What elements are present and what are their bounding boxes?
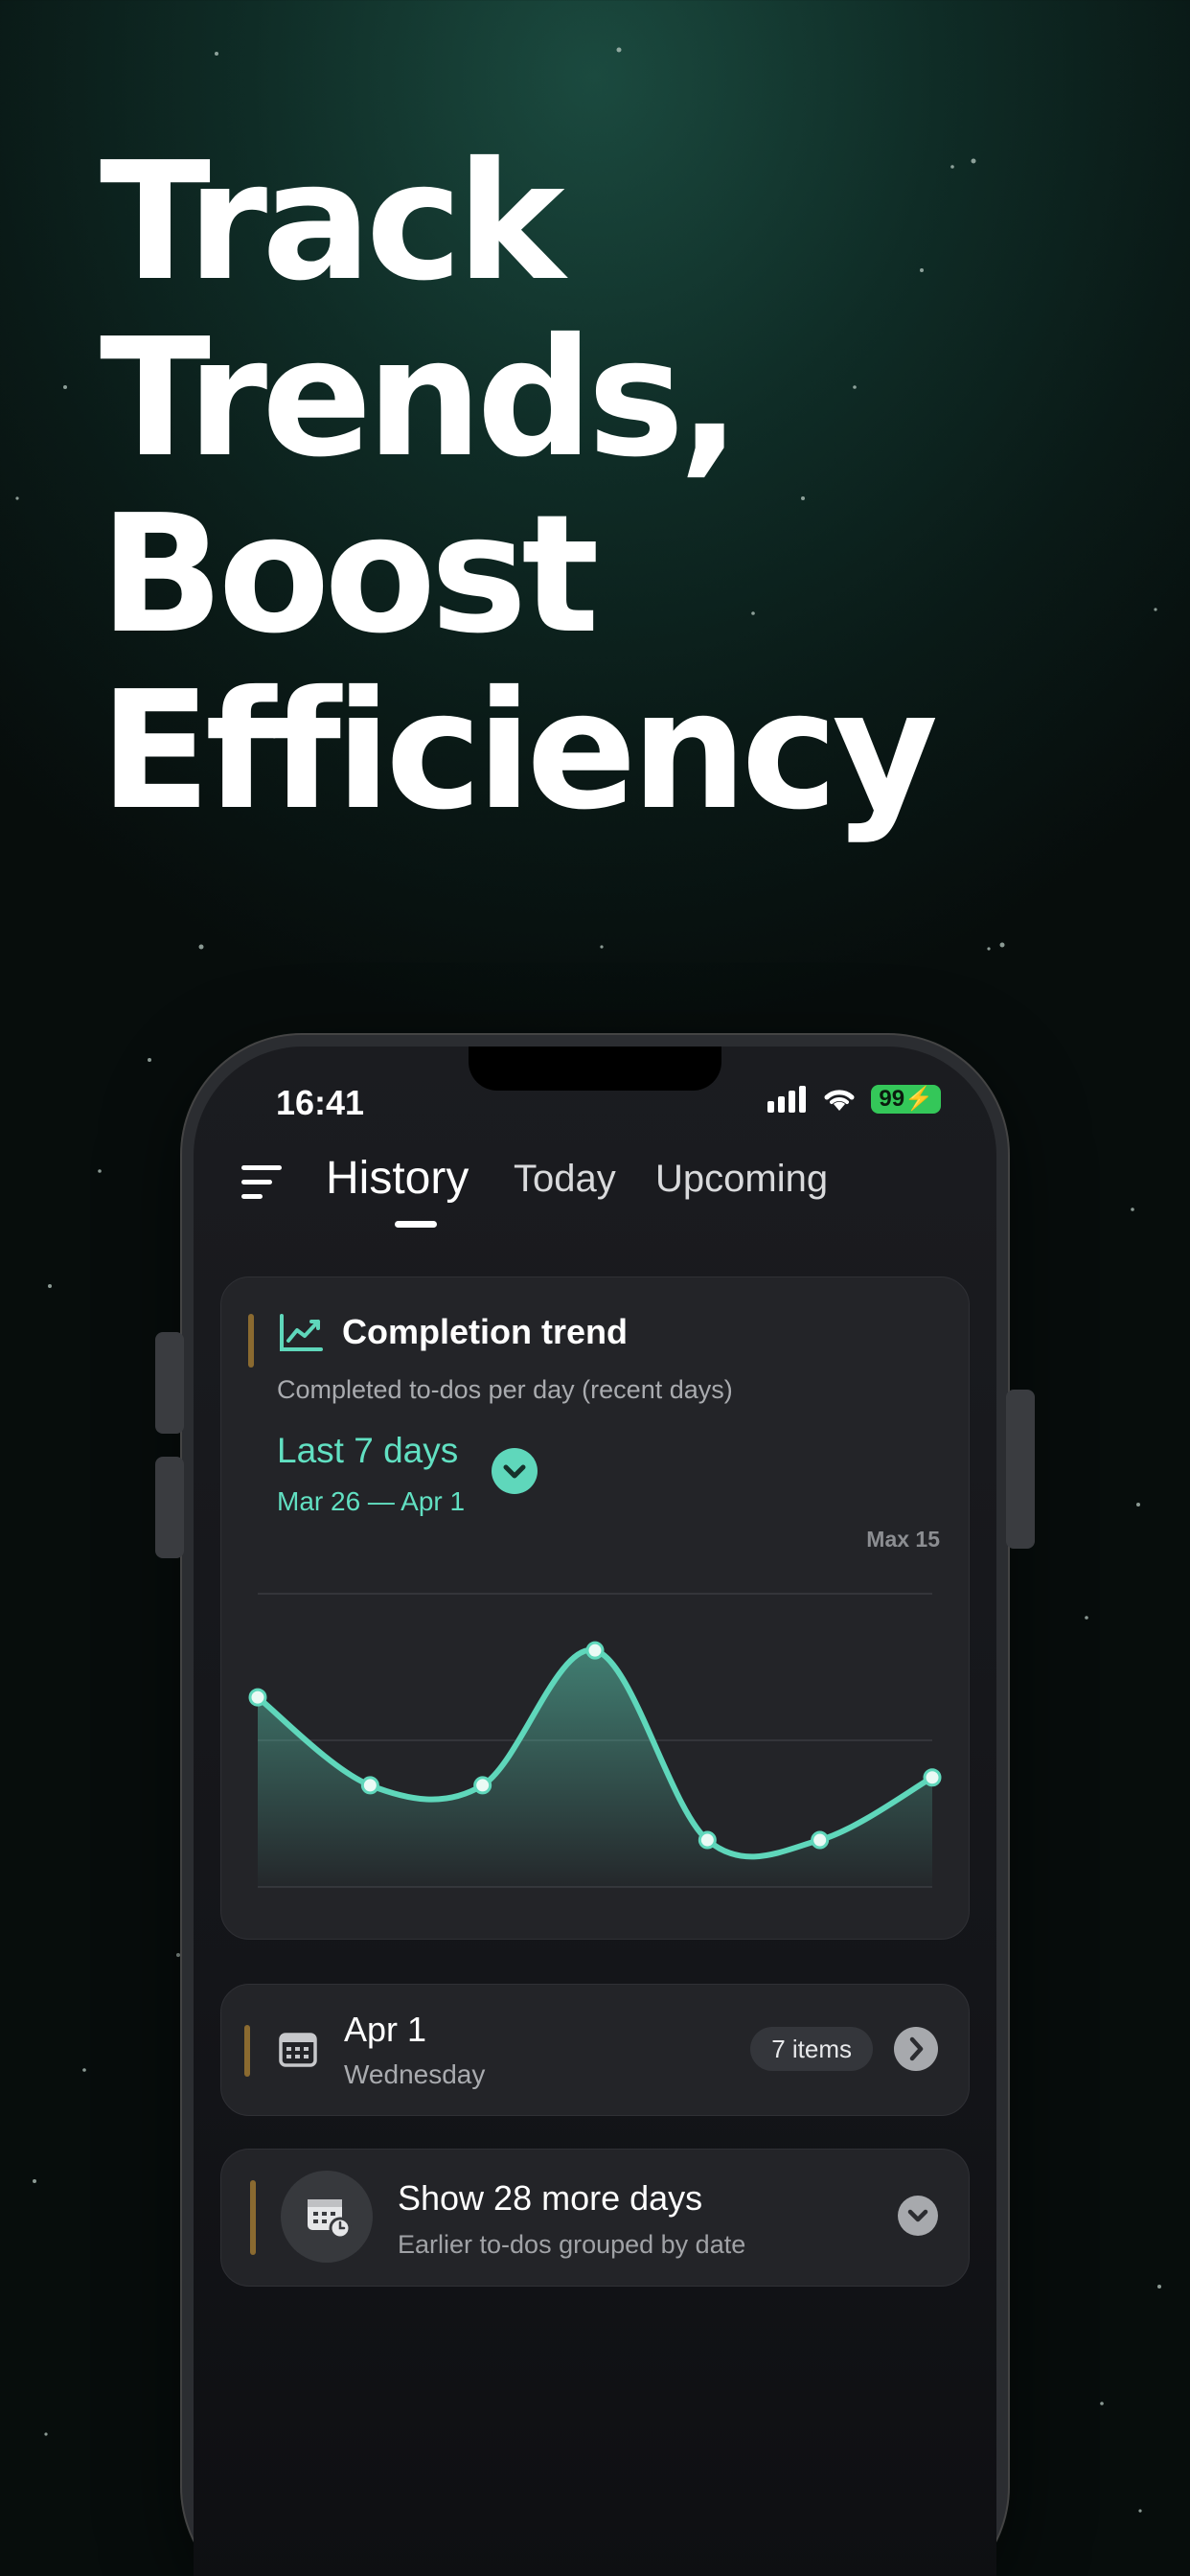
chart-point-mar-30[interactable] (698, 1830, 717, 1850)
power-button (1006, 1390, 1035, 1549)
tab-upcoming[interactable]: Upcoming (655, 1158, 828, 1201)
show-more-subtitle: Earlier to-dos grouped by date (398, 2230, 746, 2259)
day-summary-card[interactable]: Apr 1 Wednesday 7 items (220, 1984, 970, 2116)
completion-trend-card: Completion trend Completed to-dos per da… (220, 1276, 970, 1940)
chevron-right-icon (909, 2036, 924, 2061)
cellular-signal-icon (767, 1086, 807, 1113)
headline-line-4: Efficiency (100, 656, 938, 846)
calendar-clock-icon (308, 2199, 352, 2240)
show-more-title: Show 28 more days (398, 2178, 703, 2218)
items-count-badge: 7 items (750, 2027, 873, 2071)
battery-indicator: 99⚡ (871, 1085, 941, 1114)
status-icons: 99⚡ (767, 1085, 941, 1114)
status-time: 16:41 (276, 1083, 365, 1122)
day-weekday: Wednesday (344, 2059, 486, 2089)
calendar-icon (279, 2033, 317, 2067)
chart-point-apr-1[interactable] (923, 1768, 942, 1787)
chart-point-mar-28[interactable] (473, 1776, 492, 1795)
calendar-clock-icon-wrap (281, 2171, 373, 2263)
completion-line-chart (248, 1593, 942, 1888)
show-more-days-card[interactable]: Show 28 more days Earlier to-dos grouped… (220, 2149, 970, 2287)
headline-line-1: Track (100, 127, 565, 317)
day-date: Apr 1 (344, 2010, 427, 2049)
wifi-icon (824, 1090, 855, 1111)
headline-line-3: Boost (100, 480, 600, 670)
headline-line-2: Trends, (100, 304, 741, 494)
volume-down-button (155, 1457, 184, 1558)
headline: Track Trends, Boost Efficiency (100, 134, 1154, 840)
tab-bar: History Today Upcoming (194, 1152, 996, 1229)
phone-screen: 16:41 99⚡ History Today Upcoming Complet… (194, 1046, 996, 2576)
chart-area-fill (258, 1649, 932, 1887)
expand-more-button[interactable] (898, 2196, 938, 2236)
charging-bolt-icon: ⚡ (904, 1086, 933, 1112)
menu-icon[interactable] (240, 1162, 286, 1204)
chart-point-mar-27[interactable] (360, 1776, 379, 1795)
tab-history[interactable]: History (326, 1152, 469, 1205)
chart-point-mar-31[interactable] (811, 1830, 830, 1850)
chart-point-mar-29[interactable] (585, 1641, 605, 1660)
open-day-button[interactable] (894, 2027, 938, 2071)
phone-frame: 16:41 99⚡ History Today Upcoming Complet… (155, 1035, 1035, 2576)
card-accent-bar (244, 2025, 250, 2077)
volume-up-button (155, 1332, 184, 1434)
active-tab-indicator (395, 1221, 437, 1228)
battery-level: 99 (879, 1086, 905, 1112)
card-accent-bar (250, 2180, 256, 2255)
chevron-down-icon (907, 2209, 928, 2222)
tab-today[interactable]: Today (514, 1158, 616, 1201)
status-bar: 16:41 99⚡ (194, 1083, 996, 1140)
chart-point-mar-26[interactable] (248, 1688, 267, 1707)
